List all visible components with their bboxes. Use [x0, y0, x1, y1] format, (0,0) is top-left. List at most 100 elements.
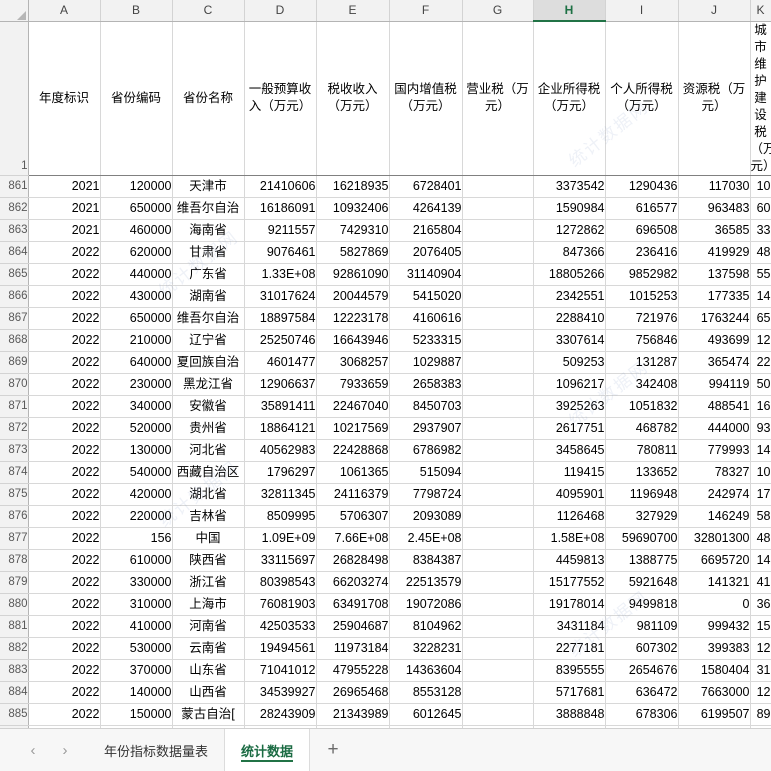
- table-row[interactable]: 8862022320000江苏省925888296803222322426614…: [0, 725, 771, 728]
- table-cell[interactable]: 22428868: [316, 439, 390, 462]
- table-cell[interactable]: [462, 417, 534, 440]
- table-cell[interactable]: 9499818: [605, 593, 679, 616]
- row-header[interactable]: 861: [0, 175, 29, 198]
- table-cell[interactable]: 117030: [678, 175, 751, 198]
- table-cell[interactable]: 安徽省: [172, 395, 245, 418]
- table-cell[interactable]: [462, 637, 534, 660]
- row-header[interactable]: 864: [0, 241, 29, 264]
- table-cell[interactable]: 515094: [389, 461, 463, 484]
- table-row[interactable]: 868 2022 210000 辽宁省 25250746 16643946 5233315 3…: [0, 329, 771, 352]
- table-cell[interactable]: 1196948: [605, 483, 679, 506]
- table-cell[interactable]: 5717681: [533, 681, 606, 704]
- table-cell[interactable]: [462, 549, 534, 572]
- table-cell[interactable]: 999432: [678, 615, 751, 638]
- table-cell[interactable]: [462, 483, 534, 506]
- table-cell[interactable]: 6199507: [678, 703, 751, 726]
- table-cell[interactable]: 15177552: [533, 571, 606, 594]
- table-cell[interactable]: 维吾尔自治: [172, 307, 245, 330]
- table-cell[interactable]: 7.66E+08: [316, 527, 390, 550]
- table-cell[interactable]: [462, 527, 534, 550]
- table-cell[interactable]: 2937907: [389, 417, 463, 440]
- table-cell[interactable]: 5415020: [389, 285, 463, 308]
- table-row[interactable]: 863 2021 460000 海南省 9211557 7429310 2165804 127…: [0, 219, 771, 242]
- column-header-b[interactable]: B: [100, 0, 173, 22]
- table-cell[interactable]: 493699: [678, 329, 751, 352]
- table-cell[interactable]: 2076405: [389, 241, 463, 264]
- table-cell[interactable]: 4264139: [389, 197, 463, 220]
- table-cell[interactable]: 35891411: [244, 395, 317, 418]
- table-row[interactable]: 861 2021 120000 天津市 21410606 16218935 6728401 3…: [0, 175, 771, 198]
- table-cell[interactable]: [462, 373, 534, 396]
- table-cell[interactable]: 25250746: [244, 329, 317, 352]
- table-cell[interactable]: 2654676: [605, 659, 679, 682]
- table-cell[interactable]: 2022: [28, 285, 101, 308]
- table-row[interactable]: 871 2022 340000 安徽省 35891411 22467040 8450703 3…: [0, 395, 771, 418]
- column-title-i[interactable]: 个人所得税（万元）: [605, 21, 679, 176]
- row-header[interactable]: 885: [0, 703, 29, 726]
- table-cell[interactable]: 2022: [28, 373, 101, 396]
- table-cell[interactable]: 330000: [100, 571, 173, 594]
- table-cell[interactable]: 云南省: [172, 637, 245, 660]
- row-header[interactable]: 870: [0, 373, 29, 396]
- table-cell[interactable]: 340000: [100, 395, 173, 418]
- table-cell[interactable]: 780811: [605, 439, 679, 462]
- table-cell[interactable]: 146249: [678, 505, 751, 528]
- table-cell[interactable]: 93: [750, 417, 771, 440]
- table-cell[interactable]: 6695720: [678, 549, 751, 572]
- sheet-tab-1[interactable]: 统计数据: [225, 729, 311, 771]
- table-row[interactable]: 880 2022 310000 上海市 76081903 63491708 19072086…: [0, 593, 771, 616]
- table-cell[interactable]: 78327: [678, 461, 751, 484]
- column-header-h[interactable]: H: [533, 0, 606, 22]
- table-cell[interactable]: 520000: [100, 417, 173, 440]
- table-cell[interactable]: 广东省: [172, 263, 245, 286]
- table-cell[interactable]: 陕西省: [172, 549, 245, 572]
- table-cell[interactable]: 12: [750, 329, 771, 352]
- spreadsheet-grid-area[interactable]: 统计数据网 统计数据网 统计数据网 统计数据网 统计数据网 ABCDEFGHIJ…: [0, 0, 771, 728]
- table-cell[interactable]: 620000: [100, 241, 173, 264]
- table-cell[interactable]: 34539927: [244, 681, 317, 704]
- table-cell[interactable]: 370000: [100, 659, 173, 682]
- table-cell[interactable]: 2021: [28, 219, 101, 242]
- table-cell[interactable]: [462, 307, 534, 330]
- table-row[interactable]: 883 2022 370000 山东省 71041012 47955228 14363604…: [0, 659, 771, 682]
- table-cell[interactable]: 5233315: [389, 329, 463, 352]
- table-cell[interactable]: 2022: [28, 439, 101, 462]
- table-cell[interactable]: 60: [750, 197, 771, 220]
- table-cell[interactable]: 2022: [28, 241, 101, 264]
- table-row[interactable]: 885 2022 150000 蒙古自治[28243909 21343989 601264…: [0, 703, 771, 726]
- table-cell[interactable]: 山西省: [172, 681, 245, 704]
- table-cell[interactable]: 50: [750, 373, 771, 396]
- table-cell[interactable]: 636472: [605, 681, 679, 704]
- column-title-k[interactable]: 城市维护建设税（万元）: [750, 21, 771, 176]
- column-header-j[interactable]: J: [678, 0, 751, 22]
- table-cell[interactable]: 3888848: [533, 703, 606, 726]
- table-cell[interactable]: 3373542: [533, 175, 606, 198]
- table-cell[interactable]: 460000: [100, 219, 173, 242]
- table-cell[interactable]: 119415: [533, 461, 606, 484]
- table-cell[interactable]: 1015253: [605, 285, 679, 308]
- table-cell[interactable]: 468782: [605, 417, 679, 440]
- row-header[interactable]: 863: [0, 219, 29, 242]
- table-cell[interactable]: [462, 329, 534, 352]
- table-cell[interactable]: 120000: [100, 175, 173, 198]
- table-cell[interactable]: 5184343: [605, 725, 679, 728]
- table-cell[interactable]: 650000: [100, 307, 173, 330]
- table-cell[interactable]: 756846: [605, 329, 679, 352]
- table-cell[interactable]: 131287: [605, 351, 679, 374]
- table-cell[interactable]: [462, 615, 534, 638]
- table-cell[interactable]: 342408: [605, 373, 679, 396]
- row-header[interactable]: 878: [0, 549, 29, 572]
- table-cell[interactable]: 2022: [28, 417, 101, 440]
- column-title-d[interactable]: 一般预算收入（万元）: [244, 21, 317, 176]
- column-header-g[interactable]: G: [462, 0, 534, 22]
- table-cell[interactable]: 8450703: [389, 395, 463, 418]
- table-row[interactable]: 876 2022 220000 吉林省 8509995 5706307 2093089 112…: [0, 505, 771, 528]
- column-title-e[interactable]: 税收收入（万元）: [316, 21, 390, 176]
- row-header[interactable]: 886: [0, 725, 29, 728]
- table-cell[interactable]: 1126468: [533, 505, 606, 528]
- table-cell[interactable]: 36: [750, 593, 771, 616]
- table-cell[interactable]: 9852982: [605, 263, 679, 286]
- table-cell[interactable]: 847366: [533, 241, 606, 264]
- column-header-c[interactable]: C: [172, 0, 245, 22]
- table-cell[interactable]: [462, 571, 534, 594]
